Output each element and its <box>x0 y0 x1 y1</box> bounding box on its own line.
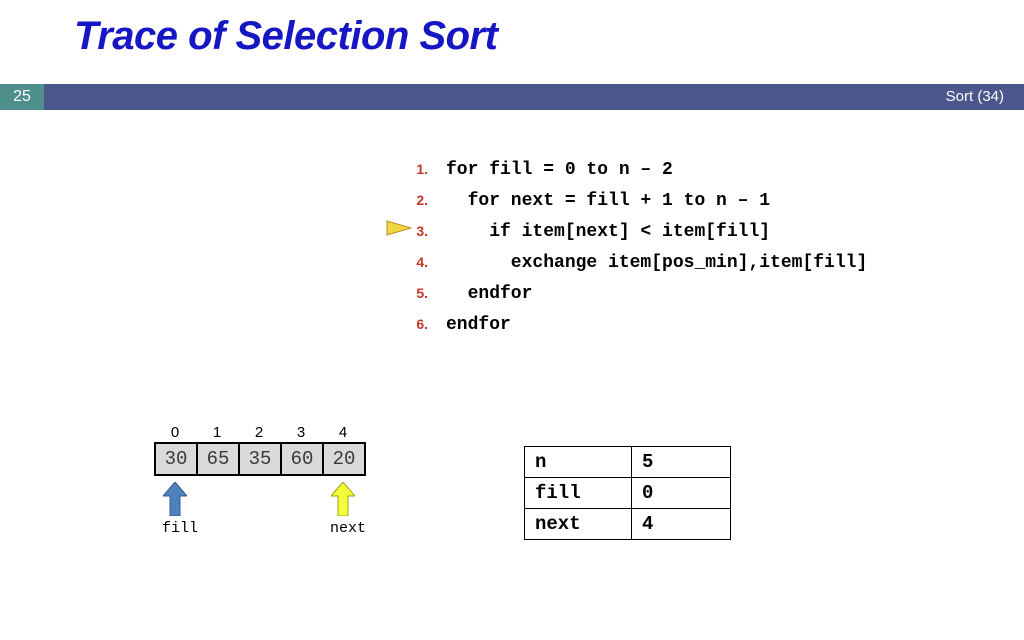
next-arrow-label: next <box>330 520 356 537</box>
array-cell: 35 <box>240 444 282 474</box>
array-cell: 20 <box>324 444 364 474</box>
next-arrow-icon: next <box>330 482 356 537</box>
var-name: next <box>525 509 632 540</box>
array-row: 30 65 35 60 20 <box>154 442 366 476</box>
array-index: 4 <box>322 424 364 442</box>
line-number: 4. <box>388 247 428 277</box>
line-text: for next = fill + 1 to n – 1 <box>446 186 770 216</box>
array-cell: 60 <box>282 444 324 474</box>
banner <box>0 84 1024 110</box>
table-row: fill 0 <box>525 478 731 509</box>
line-number: 2. <box>388 185 428 215</box>
code-line-5: 5. endfor <box>388 278 867 309</box>
line-text: exchange item[pos_min],item[fill] <box>446 248 867 278</box>
line-number: 3. <box>388 216 428 246</box>
var-value: 5 <box>632 447 731 478</box>
var-value: 4 <box>632 509 731 540</box>
slide-title: Trace of Selection Sort <box>74 14 497 59</box>
array-cell: 30 <box>156 444 198 474</box>
slide: Trace of Selection Sort 25 Sort (34) 1. … <box>0 0 1024 640</box>
line-text: if item[next] < item[fill] <box>446 217 770 247</box>
array-index-row: 0 1 2 3 4 <box>154 424 366 442</box>
fill-arrow-icon: fill <box>162 482 188 537</box>
line-text: endfor <box>446 310 511 340</box>
code-line-3: 3. if item[next] < item[fill] <box>388 216 867 247</box>
page-number-badge: 25 <box>0 84 44 110</box>
array-index: 2 <box>238 424 280 442</box>
array-index: 0 <box>154 424 196 442</box>
var-name: n <box>525 447 632 478</box>
line-number: 6. <box>388 309 428 339</box>
table-row: n 5 <box>525 447 731 478</box>
pseudocode-block: 1. for fill = 0 to n – 2 2. for next = f… <box>388 154 867 340</box>
array-index: 3 <box>280 424 322 442</box>
array-cell: 65 <box>198 444 240 474</box>
array-index: 1 <box>196 424 238 442</box>
line-text: endfor <box>446 279 532 309</box>
line-number: 5. <box>388 278 428 308</box>
fill-arrow-label: fill <box>162 520 188 537</box>
code-line-1: 1. for fill = 0 to n – 2 <box>388 154 867 185</box>
var-name: fill <box>525 478 632 509</box>
array-visualization: 0 1 2 3 4 30 65 35 60 20 fill next <box>154 424 366 476</box>
line-number: 1. <box>388 154 428 184</box>
code-line-4: 4. exchange item[pos_min],item[fill] <box>388 247 867 278</box>
variables-table: n 5 fill 0 next 4 <box>524 446 731 540</box>
code-line-6: 6. endfor <box>388 309 867 340</box>
code-line-2: 2. for next = fill + 1 to n – 1 <box>388 185 867 216</box>
banner-right-label: Sort (34) <box>946 84 1004 110</box>
var-value: 0 <box>632 478 731 509</box>
table-row: next 4 <box>525 509 731 540</box>
line-text: for fill = 0 to n – 2 <box>446 155 673 185</box>
